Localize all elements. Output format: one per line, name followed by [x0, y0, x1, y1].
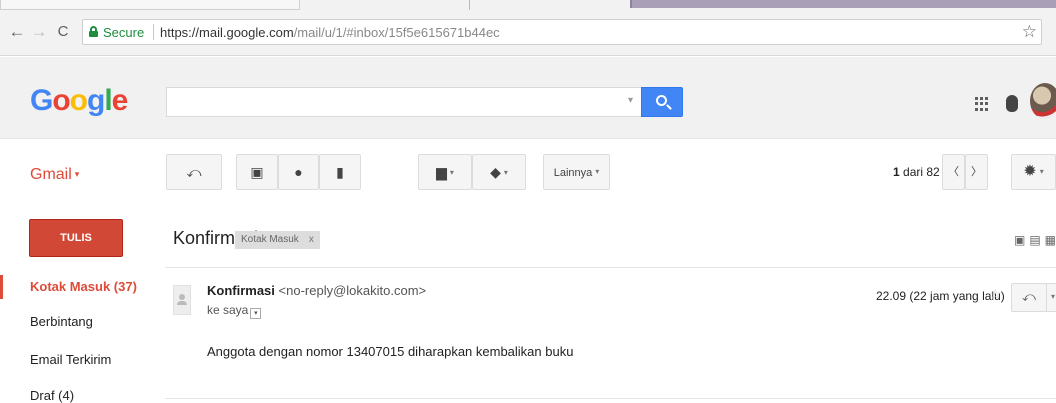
- sidebar-item-starred[interactable]: Berbintang: [0, 310, 150, 334]
- reply-arrow-icon: ⤺: [1022, 289, 1036, 304]
- chevron-down-icon: ▾: [1039, 167, 1044, 176]
- delete-button[interactable]: ▮: [319, 154, 361, 190]
- chevron-right-icon[interactable]: 〉: [971, 166, 982, 178]
- divider: [165, 398, 1056, 399]
- label-chip-text: Kotak Masuk: [241, 234, 299, 245]
- label-chip[interactable]: Kotak Masuk x: [235, 231, 320, 249]
- google-header: Google ▾: [0, 57, 1056, 139]
- chevron-down-icon: ▾: [503, 168, 508, 177]
- back-icon[interactable]: ←: [6, 21, 28, 43]
- divider: [165, 267, 1056, 268]
- report-spam-button[interactable]: ●: [278, 154, 319, 190]
- apps-grid-icon[interactable]: [975, 97, 989, 111]
- omnibox-separator: [153, 24, 154, 40]
- search-button[interactable]: [641, 87, 683, 117]
- sidebar-item-inbox[interactable]: Kotak Masuk (37): [0, 275, 150, 299]
- spam-icon: ●: [294, 164, 303, 180]
- archive-icon: ▣: [250, 164, 264, 180]
- pagination-count: 1 dari 82: [893, 165, 940, 179]
- archive-button[interactable]: ▣: [236, 154, 278, 190]
- url-text[interactable]: https://mail.google.com/mail/u/1/#inbox/…: [160, 25, 500, 40]
- remove-label-icon[interactable]: x: [309, 234, 314, 245]
- older-button[interactable]: 〉: [965, 154, 988, 190]
- tab-strip: [0, 0, 1056, 12]
- show-details-icon[interactable]: ▾: [250, 308, 262, 319]
- bookmark-star-icon[interactable]: ☆: [1022, 22, 1037, 42]
- recipient-text: ke saya: [207, 303, 249, 317]
- sidebar-item-sent[interactable]: Email Terkirim: [0, 348, 150, 372]
- browser-tab[interactable]: [300, 0, 470, 10]
- thread-actions-icons[interactable]: ▣▤▦: [1014, 233, 1056, 247]
- compose-button[interactable]: TULIS: [29, 219, 123, 257]
- forward-icon[interactable]: →: [28, 21, 50, 43]
- gmail-menu[interactable]: Gmail ▾: [30, 166, 79, 184]
- search-icon: [656, 95, 667, 106]
- sender-name[interactable]: Konfirmasi: [207, 283, 275, 298]
- gear-icon: ✹: [1023, 163, 1037, 180]
- star-icon[interactable]: ☆: [989, 286, 1002, 303]
- chevron-down-icon: ▾: [449, 168, 454, 177]
- url-host: https://mail.google.com: [160, 25, 294, 40]
- more-label: Lainnya: [553, 167, 593, 179]
- sender-avatar: [173, 285, 191, 315]
- url-path: /mail/u/1/#inbox/15f5e615671b44ec: [293, 25, 500, 40]
- pager-current: 1: [893, 165, 900, 179]
- lock-icon: [89, 26, 98, 37]
- message-date: 22.09 (22 jam yang lalu): [876, 289, 1005, 303]
- chevron-down-icon: ▾: [595, 167, 600, 176]
- more-button[interactable]: Lainnya ▾: [543, 154, 610, 190]
- trash-icon: ▮: [336, 164, 344, 180]
- chevron-down-icon: ▾: [1050, 292, 1055, 301]
- address-bar: ← → C Secure https://mail.google.com/mai…: [0, 12, 1056, 56]
- sender-line: Konfirmasi <no-reply@lokakito.com>: [207, 283, 426, 298]
- recipient-line: ke saya ▾: [207, 303, 262, 319]
- label-tag-icon: ◆: [490, 164, 501, 180]
- newer-button[interactable]: 〈: [942, 154, 965, 190]
- browser-tab[interactable]: [0, 0, 300, 10]
- reload-icon[interactable]: C: [52, 21, 74, 43]
- back-to-inbox-button[interactable]: ⤺: [166, 154, 222, 190]
- chevron-down-icon: ▾: [74, 169, 80, 179]
- reply-arrow-icon: ⤺: [186, 164, 202, 180]
- google-logo[interactable]: Google: [30, 85, 128, 117]
- message-body: Anggota dengan nomor 13407015 diharapkan…: [207, 344, 574, 359]
- message-more-button[interactable]: ▾: [1046, 283, 1056, 312]
- search-input[interactable]: ▾: [166, 87, 642, 117]
- reply-button[interactable]: ⤺: [1011, 283, 1047, 312]
- chevron-left-icon: 〈: [948, 166, 959, 178]
- gmail-label: Gmail: [30, 166, 72, 183]
- secure-label: Secure: [103, 25, 145, 40]
- account-avatar[interactable]: [1030, 83, 1056, 119]
- search-options-caret-icon[interactable]: ▾: [628, 95, 633, 106]
- sidebar-item-drafts[interactable]: Draf (4): [0, 384, 150, 403]
- pager-total: dari 82: [903, 165, 940, 179]
- settings-button[interactable]: ✹ ▾: [1011, 154, 1056, 190]
- move-to-button[interactable]: ▆ ▾: [418, 154, 472, 190]
- sender-email: <no-reply@lokakito.com>: [278, 283, 427, 298]
- folder-icon: ▆: [436, 164, 447, 180]
- browser-tab-active[interactable]: [630, 0, 1056, 8]
- omnibox[interactable]: Secure https://mail.google.com/mail/u/1/…: [82, 19, 1042, 45]
- labels-button[interactable]: ◆ ▾: [472, 154, 526, 190]
- notifications-icon[interactable]: [1006, 95, 1018, 112]
